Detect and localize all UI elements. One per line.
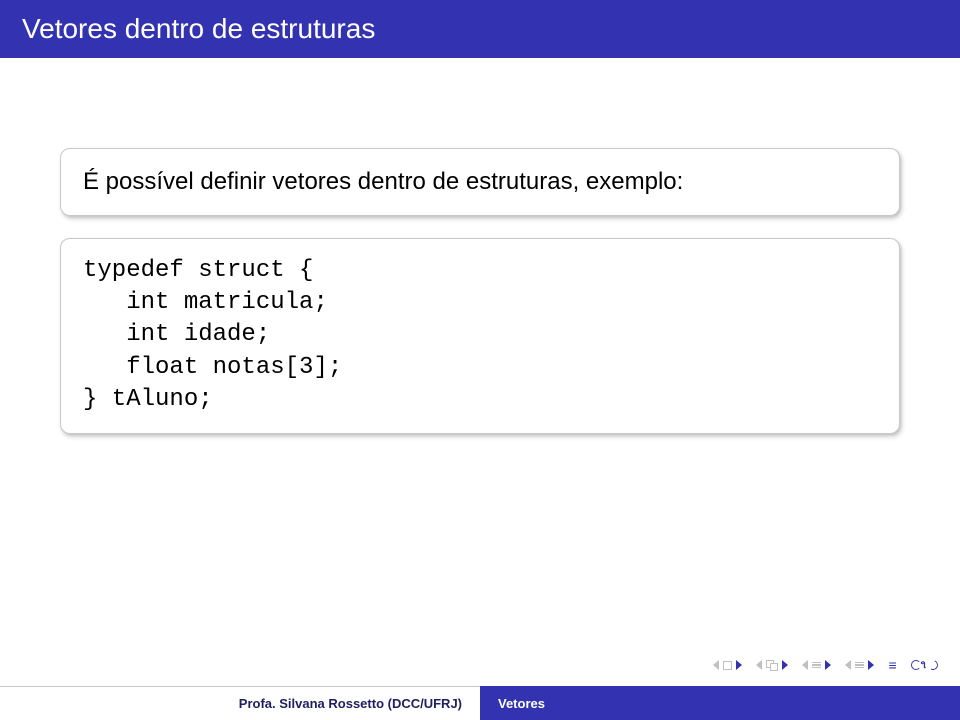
next-subsection-icon[interactable] [825,660,831,670]
search-icon[interactable]: ૧ [921,659,926,672]
code-line: } tAluno; [83,384,877,416]
frame-icon [766,660,778,671]
code-line: typedef struct { [83,255,877,287]
beamer-nav-symbols: ≡ ૧ [713,658,938,672]
code-block: typedef struct { int matricula; int idad… [60,238,900,434]
prev-slide-icon[interactable] [713,660,719,670]
title-bar: Vetores dentro de estruturas [0,0,960,58]
slide-content: É possível definir vetores dentro de est… [0,58,960,680]
code-line: int idade; [83,319,877,351]
back-icon[interactable] [911,660,921,670]
code-line: int matricula; [83,287,877,319]
nav-section-group[interactable] [845,660,874,670]
code-line: float notas[3]; [83,352,877,384]
prev-subsection-icon[interactable] [802,660,808,670]
intro-text: É possível definir vetores dentro de est… [83,165,877,199]
subsection-icon [812,662,821,669]
next-slide-icon[interactable] [736,660,742,670]
nav-back-forward[interactable]: ૧ [911,659,938,672]
intro-block: É possível definir vetores dentro de est… [60,148,900,216]
nav-frame-group[interactable] [756,660,788,671]
footer-author: Profa. Silvana Rossetto (DCC/UFRJ) [239,696,462,711]
nav-slide-group[interactable] [713,660,742,670]
next-section-icon[interactable] [868,660,874,670]
footer-short-title: Vetores [498,696,545,711]
prev-section-icon[interactable] [845,660,851,670]
appendix-icon: ≡ [888,658,896,672]
forward-icon[interactable] [927,659,940,672]
footer-author-region: Profa. Silvana Rossetto (DCC/UFRJ) [0,686,480,720]
section-icon [855,662,864,669]
nav-subsection-group[interactable] [802,660,831,670]
footer-title-region: Vetores [480,686,960,720]
slide-title: Vetores dentro de estruturas [22,13,375,45]
prev-frame-icon[interactable] [756,660,762,670]
slide-icon [723,661,732,670]
footer: Profa. Silvana Rossetto (DCC/UFRJ) Vetor… [0,686,960,720]
next-frame-icon[interactable] [782,660,788,670]
